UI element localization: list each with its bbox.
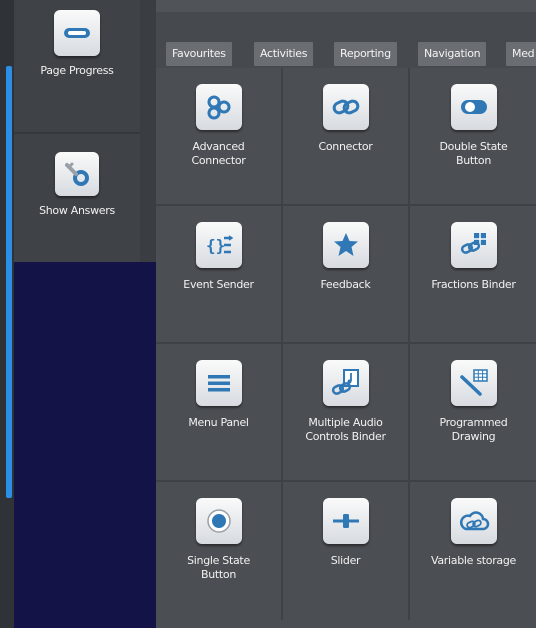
divider xyxy=(14,132,140,134)
tab-reporting[interactable]: Reporting xyxy=(334,42,397,66)
addon-label: Feedback xyxy=(320,278,371,291)
sidebar-item-show-answers[interactable]: Show Answers xyxy=(14,152,140,217)
addon-label: Event Sender xyxy=(183,278,254,291)
svg-text:{}: {} xyxy=(206,236,225,255)
addon-label: Multiple Audio Controls Binder xyxy=(305,416,386,443)
tab-media[interactable]: Med xyxy=(506,42,536,66)
left-strip xyxy=(0,0,14,628)
addon-advanced-connector[interactable]: Advanced Connector xyxy=(156,68,283,206)
sidebar-item-page-progress[interactable]: Page Progress xyxy=(14,10,140,77)
slider-icon xyxy=(322,498,369,544)
addon-label: Menu Panel xyxy=(188,416,249,429)
empty-area xyxy=(14,262,156,628)
audio-binder-icon xyxy=(322,360,369,406)
key-icon xyxy=(55,152,99,196)
event-sender-icon: {} xyxy=(195,222,242,268)
addon-variable-storage[interactable]: Variable storage xyxy=(410,482,536,620)
addon-double-state-button[interactable]: Double State Button xyxy=(410,68,536,206)
addon-label: Advanced Connector xyxy=(191,140,246,167)
sidebar-item-label: Show Answers xyxy=(39,204,115,217)
header-bar xyxy=(156,0,536,12)
fractions-binder-icon xyxy=(450,222,497,268)
addon-connector[interactable]: Connector xyxy=(283,68,410,206)
page-progress-icon xyxy=(54,10,100,56)
addon-label: Slider xyxy=(330,554,361,567)
star-icon xyxy=(322,222,369,268)
single-state-button-icon xyxy=(195,498,242,544)
addon-label: Connector xyxy=(318,140,373,153)
addon-menu-panel[interactable]: Menu Panel xyxy=(156,344,283,482)
addon-slider[interactable]: Slider xyxy=(283,482,410,620)
addon-label: Double State Button xyxy=(439,140,508,167)
addon-label: Programmed Drawing xyxy=(439,416,508,443)
addon-event-sender[interactable]: {} Event Sender xyxy=(156,206,283,344)
addon-grid: Advanced Connector Connector Double Stat… xyxy=(156,68,536,628)
addon-feedback[interactable]: Feedback xyxy=(283,206,410,344)
addon-fractions-binder[interactable]: Fractions Binder xyxy=(410,206,536,344)
addon-single-state-button[interactable]: Single State Button xyxy=(156,482,283,620)
addon-label: Single State Button xyxy=(187,554,250,581)
menu-icon xyxy=(195,360,242,406)
addon-programmed-drawing[interactable]: Programmed Drawing xyxy=(410,344,536,482)
tab-favourites[interactable]: Favourites xyxy=(166,42,232,66)
addon-label: Variable storage xyxy=(430,554,517,567)
addon-label: Fractions Binder xyxy=(431,278,516,291)
sidebar-item-label: Page Progress xyxy=(40,64,114,77)
tab-activities[interactable]: Activities xyxy=(254,42,314,66)
selection-indicator xyxy=(6,66,12,498)
tab-bar: Favourites Activities Reporting Navigati… xyxy=(156,12,536,68)
double-state-button-icon xyxy=(450,84,497,130)
cloud-storage-icon xyxy=(450,498,497,544)
tab-navigation[interactable]: Navigation xyxy=(418,42,487,66)
connector-icon xyxy=(322,84,369,130)
addon-multiple-audio-controls-binder[interactable]: Multiple Audio Controls Binder xyxy=(283,344,410,482)
advanced-connector-icon xyxy=(195,84,242,130)
drawing-icon xyxy=(450,360,497,406)
